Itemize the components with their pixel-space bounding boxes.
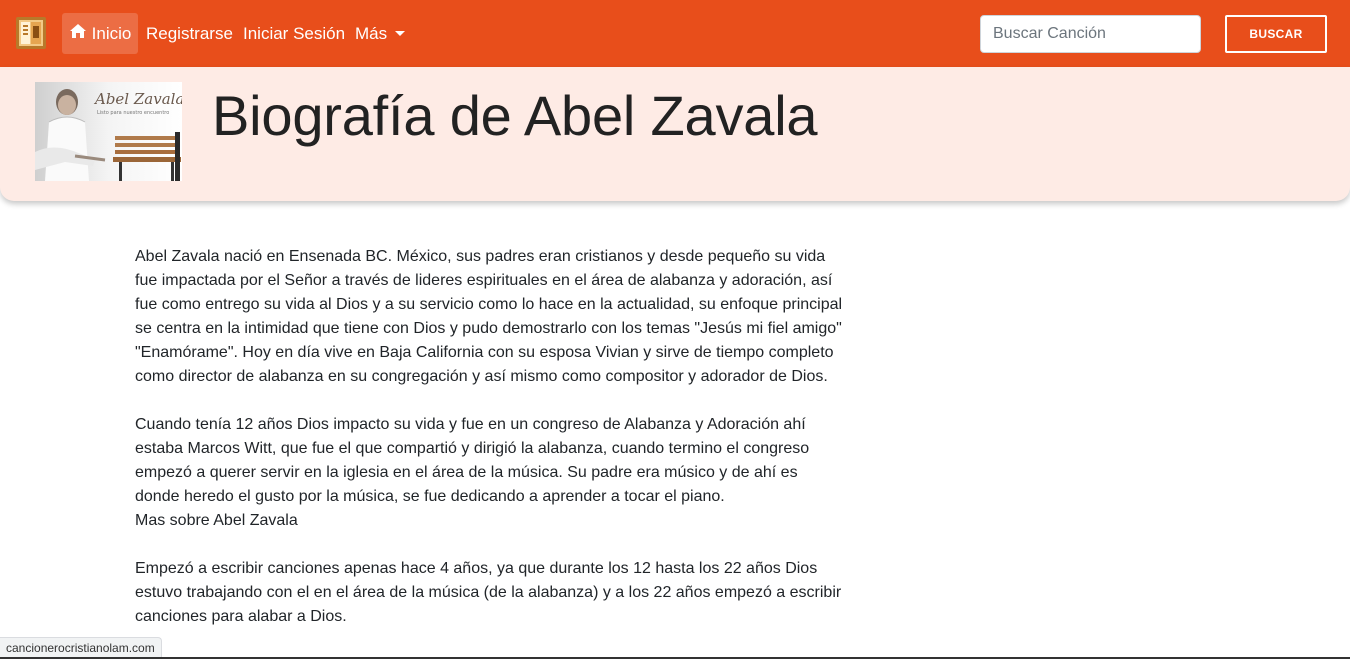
svg-text:Listo para nuestro encuentro: Listo para nuestro encuentro xyxy=(97,110,169,116)
caret-down-icon xyxy=(395,31,406,36)
nav-more-label: Más xyxy=(355,23,388,43)
nav-home-link[interactable]: Inicio xyxy=(62,13,138,54)
page-title: Biografía de Abel Zavala xyxy=(212,84,818,147)
home-icon xyxy=(69,23,87,44)
search-input[interactable] xyxy=(980,15,1201,53)
artist-photo: Abel Zavala Listo para nuestro encuentro xyxy=(35,82,182,181)
more-about-text: Mas sobre Abel Zavala xyxy=(135,512,298,529)
nav-more-dropdown[interactable]: Más xyxy=(355,13,406,54)
app-logo-icon[interactable] xyxy=(16,17,46,49)
search-button[interactable]: BUSCAR xyxy=(1225,15,1327,53)
bio-paragraph: Empezó a escribir canciones apenas hace … xyxy=(135,560,842,625)
svg-text:Abel Zavala: Abel Zavala xyxy=(93,90,182,108)
nav-login-link[interactable]: Iniciar Sesión xyxy=(243,13,345,54)
page-header: Abel Zavala Listo para nuestro encuentro… xyxy=(0,67,1350,201)
top-navbar: Inicio Registrarse Iniciar Sesión Más BU… xyxy=(0,0,1350,67)
status-bar-url: cancionerocristianolam.com xyxy=(0,637,162,659)
nav-home-label: Inicio xyxy=(91,23,132,43)
bio-paragraph: Cuando tenía 12 años Dios impacto su vid… xyxy=(135,416,810,505)
nav-register-link[interactable]: Registrarse xyxy=(146,13,233,54)
biography-content: Abel Zavala nació en Ensenada BC. México… xyxy=(135,245,845,653)
bio-paragraph: Abel Zavala nació en Ensenada BC. México… xyxy=(135,248,843,385)
